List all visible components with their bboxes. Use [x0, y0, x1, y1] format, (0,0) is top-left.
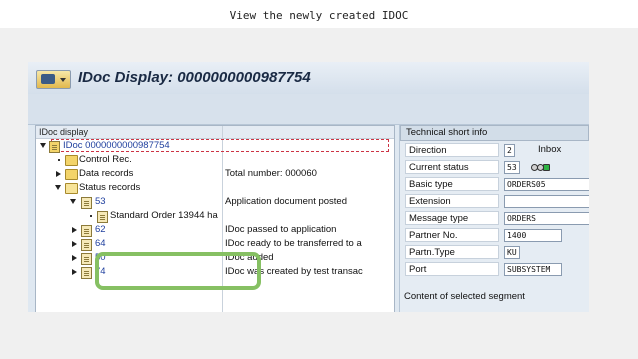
- collapse-arrow-icon[interactable]: [70, 199, 76, 204]
- tree-node-label: Standard Order 13944 ha: [110, 210, 218, 221]
- tree-node-label: Data records: [79, 168, 134, 179]
- port-label: Port: [405, 262, 499, 276]
- tree-node-description: Total number: 000060: [225, 168, 317, 179]
- highlight-annotation: [95, 252, 261, 290]
- message-type-field[interactable]: ORDERS: [504, 212, 589, 225]
- expand-arrow-icon[interactable]: [72, 269, 77, 275]
- partn-type-label: Partn.Type: [405, 245, 499, 259]
- document-icon: [81, 253, 92, 265]
- collapse-arrow-icon[interactable]: [55, 185, 61, 190]
- technical-info-title: Technical short info: [400, 125, 589, 141]
- tree-node-status-62[interactable]: 62 IDoc passed to application: [36, 223, 394, 237]
- leaf-dot: [90, 215, 92, 217]
- chevron-down-icon: [60, 78, 66, 82]
- direction-text: Inbox: [538, 144, 562, 155]
- partn-type-field[interactable]: KU: [504, 246, 520, 259]
- document-icon: [81, 197, 92, 209]
- status-description: IDoc passed to application: [225, 224, 337, 235]
- technical-info-pane: Technical short info Direction 2 Inbox C…: [399, 125, 589, 312]
- current-status-field[interactable]: 53: [504, 161, 520, 174]
- basic-type-label: Basic type: [405, 177, 499, 191]
- slide-caption: View the newly created IDOC: [229, 9, 409, 22]
- message-type-label: Message type: [405, 211, 499, 225]
- tree-node-status-64[interactable]: 64 IDoc ready to be transferred to a: [36, 237, 394, 251]
- status-code: 53: [95, 196, 106, 207]
- application-toolbar: [28, 94, 589, 125]
- direction-label: Direction: [405, 143, 499, 157]
- tree-node-data-records[interactable]: Data records Total number: 000060: [36, 167, 394, 181]
- status-code: 64: [95, 238, 106, 249]
- sap-window: IDoc Display: 0000000000987754 IDoc disp…: [28, 62, 589, 312]
- caption-band: View the newly created IDOC: [0, 0, 638, 28]
- tree-node-status-records[interactable]: Status records: [36, 181, 394, 195]
- document-icon: [81, 225, 92, 237]
- expand-arrow-icon[interactable]: [72, 255, 77, 261]
- tree-node-status-53-detail[interactable]: Standard Order 13944 ha: [36, 209, 394, 223]
- tree-header-label: IDoc display: [39, 127, 89, 137]
- status-description: Application document posted: [225, 196, 347, 207]
- status-light-icon: [543, 164, 550, 171]
- partner-no-field[interactable]: 1400: [504, 229, 562, 242]
- idoc-icon: [49, 141, 60, 153]
- expand-arrow-icon[interactable]: [56, 171, 61, 177]
- status-description: IDoc ready to be transferred to a: [225, 238, 362, 249]
- document-icon: [97, 211, 108, 223]
- menu-icon: [41, 74, 55, 84]
- tree-node-status-53[interactable]: 53 Application document posted: [36, 195, 394, 209]
- document-icon: [81, 267, 92, 279]
- folder-icon: [65, 169, 78, 180]
- extension-field[interactable]: [504, 195, 589, 208]
- tree-node-label: Status records: [79, 182, 141, 193]
- partner-no-label: Partner No.: [405, 228, 499, 242]
- tree-node-label: Control Rec.: [79, 154, 132, 165]
- basic-type-field[interactable]: ORDERS05: [504, 178, 589, 191]
- content-section-label: Content of selected segment: [404, 291, 525, 302]
- leaf-dot: [58, 159, 60, 161]
- screen-title: IDoc Display: 0000000000987754: [78, 69, 311, 86]
- port-field[interactable]: SUBSYSTEM: [504, 263, 562, 276]
- direction-field[interactable]: 2: [504, 144, 515, 157]
- expand-arrow-icon[interactable]: [72, 241, 77, 247]
- status-code: 62: [95, 224, 106, 235]
- collapse-arrow-icon[interactable]: [40, 143, 46, 148]
- extension-label: Extension: [405, 194, 499, 208]
- tree-node-label: IDoc 0000000000987754: [63, 140, 170, 151]
- tree-node-control-rec[interactable]: Control Rec.: [36, 153, 394, 167]
- current-status-label: Current status: [405, 160, 499, 174]
- folder-open-icon: [65, 183, 78, 194]
- folder-icon: [65, 155, 78, 166]
- system-menu-button[interactable]: [36, 70, 71, 89]
- document-icon: [81, 239, 92, 251]
- expand-arrow-icon[interactable]: [72, 227, 77, 233]
- tree-node-root[interactable]: IDoc 0000000000987754: [36, 139, 394, 153]
- tree-header: IDoc display: [36, 126, 394, 139]
- title-bar: IDoc Display: 0000000000987754: [28, 62, 589, 94]
